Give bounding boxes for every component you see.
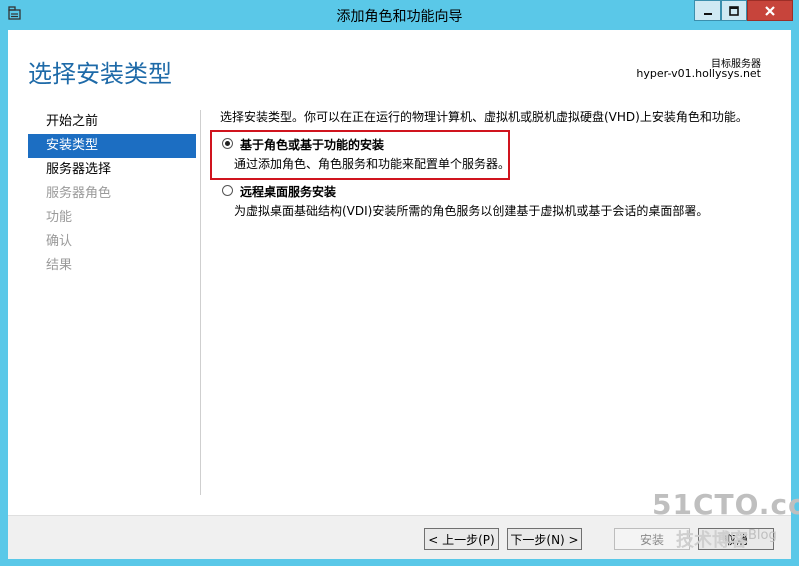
maximize-icon (729, 5, 739, 16)
minimize-icon (703, 12, 712, 15)
radio-role-based[interactable] (222, 138, 233, 149)
nav-item-before-you-begin[interactable]: 开始之前 (28, 110, 196, 134)
wizard-nav: 开始之前 安装类型 服务器选择 服务器角色 功能 确认 结果 (28, 110, 196, 278)
watermark-tagline: 技术博客 (676, 530, 748, 551)
destination-server-name: hyper-v01.hollysys.net (636, 67, 761, 80)
next-button[interactable]: 下一步(N) > (507, 528, 582, 550)
nav-divider (200, 110, 201, 495)
wizard-client-area: 选择安装类型 目标服务器 hyper-v01.hollysys.net 开始之前… (8, 30, 791, 559)
nav-item-server-roles: 服务器角色 (46, 186, 112, 201)
watermark-blog: Blog (748, 528, 777, 543)
option-title[interactable]: 基于角色或基于功能的安装 (240, 136, 384, 153)
page-title: 选择安装类型 (28, 60, 172, 88)
window-title: 添加角色和功能向导 (336, 9, 463, 25)
watermark-brand: 51CTO.com (652, 488, 799, 521)
option-title[interactable]: 远程桌面服务安装 (240, 183, 336, 200)
previous-button[interactable]: < 上一步(P) (424, 528, 499, 550)
page-description: 选择安装类型。你可以在正在运行的物理计算机、虚拟机或脱机虚拟硬盘(VHD)上安装… (220, 110, 748, 124)
nav-item-results: 结果 (46, 258, 73, 273)
wizard-footer: < 上一步(P) 下一步(N) > 安装 取消 (8, 515, 791, 559)
option-description: 为虚拟桌面基础结构(VDI)安装所需的角色服务以创建基于虚拟机或基于会话的桌面部… (234, 204, 709, 218)
nav-item-server-selection[interactable]: 服务器选择 (28, 158, 196, 182)
nav-item-confirmation: 确认 (46, 234, 73, 249)
close-button[interactable] (747, 0, 793, 21)
close-icon (765, 5, 775, 16)
nav-item-features: 功能 (46, 210, 73, 225)
nav-item-installation-type[interactable]: 安装类型 (28, 134, 196, 158)
maximize-button[interactable] (721, 0, 747, 21)
option-description: 通过添加角色、角色服务和功能来配置单个服务器。 (234, 157, 511, 171)
radio-remote-desktop[interactable] (222, 185, 233, 196)
minimize-button[interactable] (694, 0, 721, 21)
title-bar: 添加角色和功能向导 (0, 0, 799, 30)
